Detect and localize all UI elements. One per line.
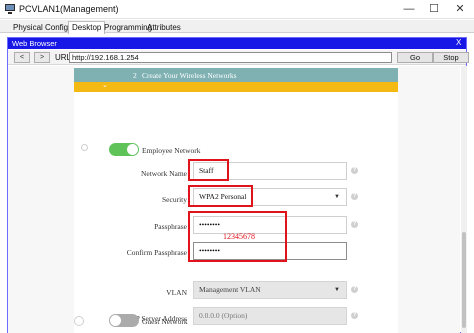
security-label: Security [162, 195, 187, 204]
passphrase-help-icon[interactable]: ? [351, 221, 358, 228]
dhcp-help-icon[interactable]: ? [351, 312, 358, 319]
tab-bar: Physical Config Desktop Programming Attr… [0, 20, 474, 34]
browser-toolbar: < > URL Go Stop [8, 50, 469, 65]
confirm-passphrase-label: Confirm Passphrase [126, 248, 187, 257]
browser-title-bar: Web Browser X [8, 38, 466, 49]
dhcp-server-placeholder: 0.0.0.0 (Option) [199, 311, 248, 320]
app-icon [5, 4, 15, 14]
toggle-knob [110, 315, 121, 326]
network-name-highlight [188, 159, 229, 181]
employee-network-radio[interactable] [81, 144, 88, 151]
passphrase-label: Passphrase [154, 222, 187, 231]
forward-button[interactable]: > [34, 52, 50, 63]
tab-desktop[interactable]: Desktop [68, 21, 106, 34]
stop-button[interactable]: Stop [433, 52, 469, 63]
vlan-help-icon[interactable]: ? [351, 286, 358, 293]
network-name-label: Network Name [140, 169, 187, 178]
minimize-button[interactable]: — [399, 2, 419, 16]
url-input[interactable] [69, 52, 392, 63]
employee-network-label: Employee Network [142, 146, 201, 155]
window-title-bar: PCVLAN1(Management) — ☐ ✕ [0, 0, 474, 19]
close-window-button[interactable]: ✕ [450, 2, 470, 16]
vlan-value: Management VLAN [199, 285, 261, 294]
guest-network-toggle[interactable] [109, 314, 139, 327]
step-title: Create Your Wireless Networks [142, 71, 237, 80]
vlan-label: VLAN [166, 288, 187, 297]
scrollbar[interactable] [461, 66, 467, 333]
back-button[interactable]: < [14, 52, 30, 63]
guest-network-label: Guest Network [142, 317, 188, 326]
window-title: PCVLAN1(Management) [19, 4, 119, 14]
vlan-select[interactable]: Management VLAN ▼ [193, 281, 347, 299]
maximize-button[interactable]: ☐ [424, 2, 444, 16]
browser-close-button[interactable]: X [456, 38, 461, 47]
browser-title: Web Browser [12, 39, 57, 48]
tab-physical[interactable]: Physical [10, 22, 46, 33]
guest-network-badge [74, 316, 84, 326]
accent-bar: ⌄ [74, 82, 398, 92]
toggle-knob [127, 144, 138, 155]
web-browser-window: Web Browser X < > URL Go Stop 2 Create Y… [7, 37, 469, 333]
chevron-down-icon[interactable]: ⌄ [102, 81, 108, 89]
tab-config[interactable]: Config [42, 22, 71, 33]
step-header: 2 Create Your Wireless Networks [74, 68, 398, 82]
passphrase-annotation: 12345678 [223, 232, 255, 241]
dropdown-caret-icon: ▼ [334, 194, 340, 200]
tab-attributes[interactable]: Attributes [144, 22, 184, 33]
security-help-icon[interactable]: ? [351, 193, 358, 200]
page-content: 2 Create Your Wireless Networks ⌄ Employ… [8, 66, 460, 333]
security-highlight [188, 185, 253, 207]
scrollbar-thumb[interactable] [462, 232, 466, 328]
network-name-help-icon[interactable]: ? [351, 167, 358, 174]
step-number: 2 [133, 71, 137, 80]
dhcp-server-input[interactable]: 0.0.0.0 (Option) [193, 307, 347, 325]
dropdown-caret-icon: ▼ [334, 287, 340, 293]
go-button[interactable]: Go [397, 52, 433, 63]
employee-network-toggle[interactable] [109, 143, 139, 156]
